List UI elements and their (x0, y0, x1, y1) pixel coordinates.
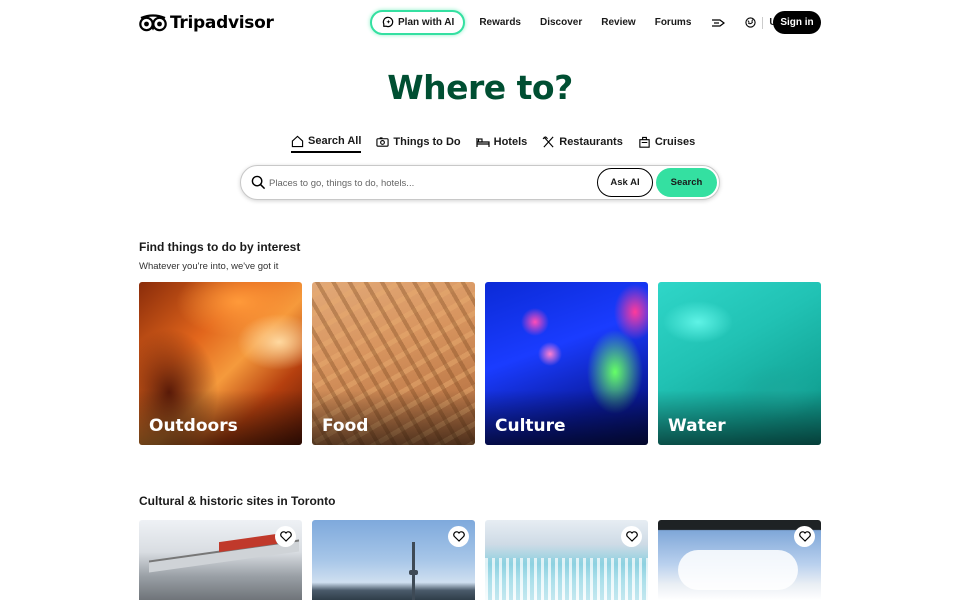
search-bar: Ask AI Search (240, 165, 720, 200)
ai-sparkle-icon (382, 16, 394, 28)
nav-forums[interactable]: Forums (655, 17, 692, 28)
interests-title: Find things to do by interest (139, 240, 301, 254)
interest-card-culture[interactable]: Culture (485, 282, 648, 445)
tab-hotels[interactable]: Hotels (476, 131, 528, 153)
card-label: Water (668, 416, 726, 436)
card-label: Food (322, 416, 369, 436)
nav-review[interactable]: Review (601, 17, 635, 28)
ask-ai-button[interactable]: Ask AI (597, 168, 653, 197)
page-title: Where to? (387, 68, 573, 107)
card-label: Culture (495, 416, 566, 436)
tab-search-all[interactable]: Search All (291, 131, 362, 153)
home-icon (291, 135, 304, 147)
cloud (678, 550, 798, 590)
tab-label: Restaurants (559, 136, 623, 148)
tab-label: Hotels (493, 136, 528, 148)
nav-discover[interactable]: Discover (540, 17, 582, 28)
tab-cruises[interactable]: Cruises (638, 131, 695, 153)
sites-title: Cultural & historic sites in Toronto (139, 494, 336, 508)
tab-label: Cruises (654, 136, 696, 148)
globe-icon (745, 17, 757, 28)
save-heart-button[interactable] (448, 526, 469, 547)
sign-in-button[interactable]: Sign in (773, 11, 821, 34)
interest-card-food[interactable]: Food (312, 282, 475, 445)
logo-text: Tripadvisor (170, 13, 274, 33)
tab-label: Search All (308, 135, 362, 147)
main-nav: Plan with AI Rewards Discover Review For… (370, 10, 791, 35)
plan-with-ai-button[interactable]: Plan with AI (370, 10, 466, 35)
interests-subtitle: Whatever you're into, we've got it (139, 261, 279, 272)
ship-icon (639, 136, 650, 148)
bed-icon (476, 138, 490, 147)
search-icon (251, 175, 266, 195)
heart-icon (625, 531, 638, 542)
heart-icon (798, 531, 811, 542)
save-heart-button[interactable] (794, 526, 815, 547)
interest-cards: Outdoors Food Culture Water (139, 282, 821, 445)
ticket-icon (376, 137, 390, 147)
interest-card-water[interactable]: Water (658, 282, 821, 445)
card-label: Outdoors (149, 416, 238, 436)
nav-rewards[interactable]: Rewards (479, 17, 521, 28)
site-card[interactable] (139, 520, 302, 600)
waterfall (485, 558, 648, 600)
site-card[interactable] (485, 520, 648, 600)
utensils-icon (542, 135, 554, 148)
tab-things-to-do[interactable]: Things to Do (376, 131, 461, 153)
owl-logo-icon (139, 14, 167, 32)
search-tabs: Search All Things to Do Hotels Restauran… (291, 131, 710, 153)
trips-icon[interactable] (711, 18, 726, 28)
heart-icon (279, 531, 292, 542)
search-button[interactable]: Search (656, 168, 717, 197)
site-cards (139, 520, 821, 600)
site-card[interactable] (658, 520, 821, 600)
cn-tower-pod (409, 570, 418, 575)
tab-label: Things to Do (393, 136, 461, 148)
tripadvisor-logo[interactable]: Tripadvisor (139, 13, 274, 33)
plan-with-ai-label: Plan with AI (398, 17, 455, 28)
heart-icon (452, 531, 465, 542)
site-card[interactable] (312, 520, 475, 600)
top-header: Tripadvisor Plan with AI Rewards Discove… (0, 0, 960, 46)
tab-restaurants[interactable]: Restaurants (542, 131, 623, 153)
currency-divider (762, 16, 764, 29)
save-heart-button[interactable] (275, 526, 296, 547)
save-heart-button[interactable] (621, 526, 642, 547)
search-input[interactable] (269, 174, 589, 192)
interest-card-outdoors[interactable]: Outdoors (139, 282, 302, 445)
